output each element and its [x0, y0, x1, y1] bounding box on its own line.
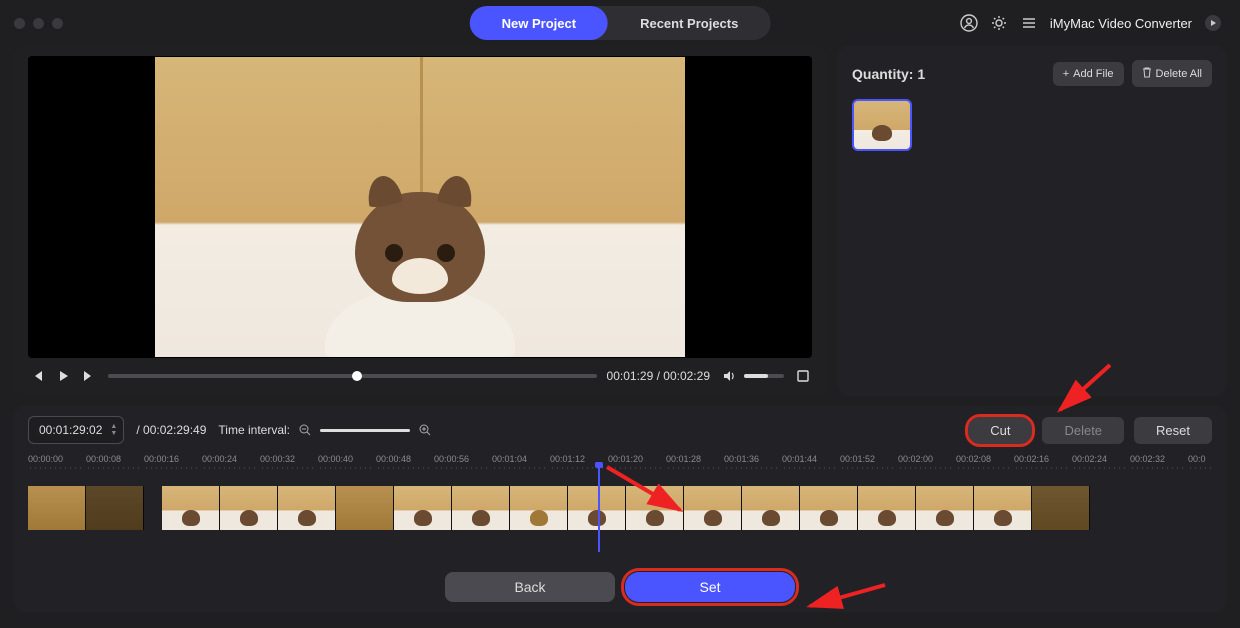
ruler-tick: 00:00:40: [318, 454, 376, 472]
title-right-cluster: iMyMac Video Converter: [960, 0, 1222, 46]
ruler-tick: 00:00:56: [434, 454, 492, 472]
quantity-label: Quantity: 1: [852, 66, 1045, 82]
trash-icon: [1142, 66, 1152, 81]
ruler-tick: 00:02:08: [956, 454, 1014, 472]
volume-slider[interactable]: [744, 374, 784, 378]
user-icon[interactable]: [960, 14, 978, 32]
ruler-tick: 00:00:48: [376, 454, 434, 472]
ruler-tick: 00:00:00: [28, 454, 86, 472]
ruler-tick: 00:02:32: [1130, 454, 1188, 472]
title-bar: New Project Recent Projects iMyMac Video…: [0, 0, 1240, 46]
time-interval-control: Time interval:: [218, 421, 434, 439]
ruler-tick: 00:0: [1188, 454, 1212, 472]
gear-icon[interactable]: [990, 14, 1008, 32]
ruler-tick: 00:00:16: [144, 454, 202, 472]
time-ruler[interactable]: 00:00:0000:00:0800:00:1600:00:2400:00:32…: [28, 454, 1212, 472]
project-tabs: New Project Recent Projects: [470, 6, 771, 40]
timecode-input[interactable]: 00:01:29:02 ▲ ▼: [28, 416, 124, 444]
quantity-value: 1: [917, 66, 925, 82]
zoom-in-icon[interactable]: [416, 421, 434, 439]
chevron-down-icon[interactable]: ▼: [110, 430, 117, 437]
delete-button[interactable]: Delete: [1042, 417, 1124, 444]
fullscreen-icon[interactable]: [794, 367, 812, 385]
set-button[interactable]: Set: [625, 572, 795, 602]
tab-new-project[interactable]: New Project: [470, 6, 608, 40]
delete-all-button[interactable]: Delete All: [1132, 60, 1212, 87]
reset-button[interactable]: Reset: [1134, 417, 1212, 444]
add-file-button[interactable]: + Add File: [1053, 62, 1124, 86]
ruler-tick: 00:01:44: [782, 454, 840, 472]
close-dot-icon[interactable]: [14, 18, 25, 29]
video-canvas[interactable]: [28, 56, 812, 358]
play-badge-icon[interactable]: [1204, 14, 1222, 32]
ruler-tick: 00:00:08: [86, 454, 144, 472]
ruler-tick: 00:01:36: [724, 454, 782, 472]
plus-icon: +: [1063, 68, 1069, 80]
playhead-icon[interactable]: [598, 466, 600, 552]
time-total: 00:02:29: [663, 369, 710, 383]
ruler-tick: 00:02:16: [1014, 454, 1072, 472]
clip-side-panel: Quantity: 1 + Add File Delete All: [838, 46, 1226, 396]
ruler-tick: 00:00:24: [202, 454, 260, 472]
time-current: 00:01:29: [607, 369, 654, 383]
clip-thumbnail[interactable]: [852, 99, 912, 151]
app-name-label: iMyMac Video Converter: [1050, 16, 1192, 31]
timeline-filmstrip[interactable]: [28, 486, 1212, 530]
minimize-dot-icon[interactable]: [33, 18, 44, 29]
tab-recent-projects[interactable]: Recent Projects: [608, 6, 770, 40]
ruler-tick: 00:02:24: [1072, 454, 1130, 472]
window-controls: [14, 18, 63, 29]
hamburger-icon[interactable]: [1020, 14, 1038, 32]
play-icon[interactable]: [54, 367, 72, 385]
zoom-out-icon[interactable]: [296, 421, 314, 439]
ruler-tick: 00:00:32: [260, 454, 318, 472]
time-display: 00:01:29 / 00:02:29: [607, 369, 710, 383]
video-frame-image: [155, 57, 685, 357]
ruler-tick: 00:02:00: [898, 454, 956, 472]
zoom-dot-icon[interactable]: [52, 18, 63, 29]
time-interval-label: Time interval:: [218, 423, 290, 437]
skip-fwd-icon[interactable]: [80, 367, 98, 385]
transport-bar: 00:01:29 / 00:02:29: [28, 362, 812, 390]
volume-icon[interactable]: [720, 367, 738, 385]
time-interval-slider[interactable]: [320, 429, 410, 432]
seek-slider[interactable]: [108, 374, 597, 378]
chevron-up-icon[interactable]: ▲: [110, 423, 117, 430]
timecode-in-value: 00:01:29:02: [39, 423, 102, 437]
preview-panel: 00:01:29 / 00:02:29: [14, 46, 826, 396]
ruler-tick: 00:01:04: [492, 454, 550, 472]
cut-button[interactable]: Cut: [968, 417, 1032, 444]
back-button[interactable]: Back: [445, 572, 615, 602]
timeline-panel: 00:01:29:02 ▲ ▼ / 00:02:29:49 Time inter…: [14, 406, 1226, 612]
skip-back-icon[interactable]: [28, 367, 46, 385]
ruler-tick: 00:01:28: [666, 454, 724, 472]
timecode-total-label: / 00:02:29:49: [136, 423, 206, 437]
app-window: New Project Recent Projects iMyMac Video…: [0, 0, 1240, 628]
ruler-tick: 00:01:52: [840, 454, 898, 472]
ruler-tick: 00:01:20: [608, 454, 666, 472]
